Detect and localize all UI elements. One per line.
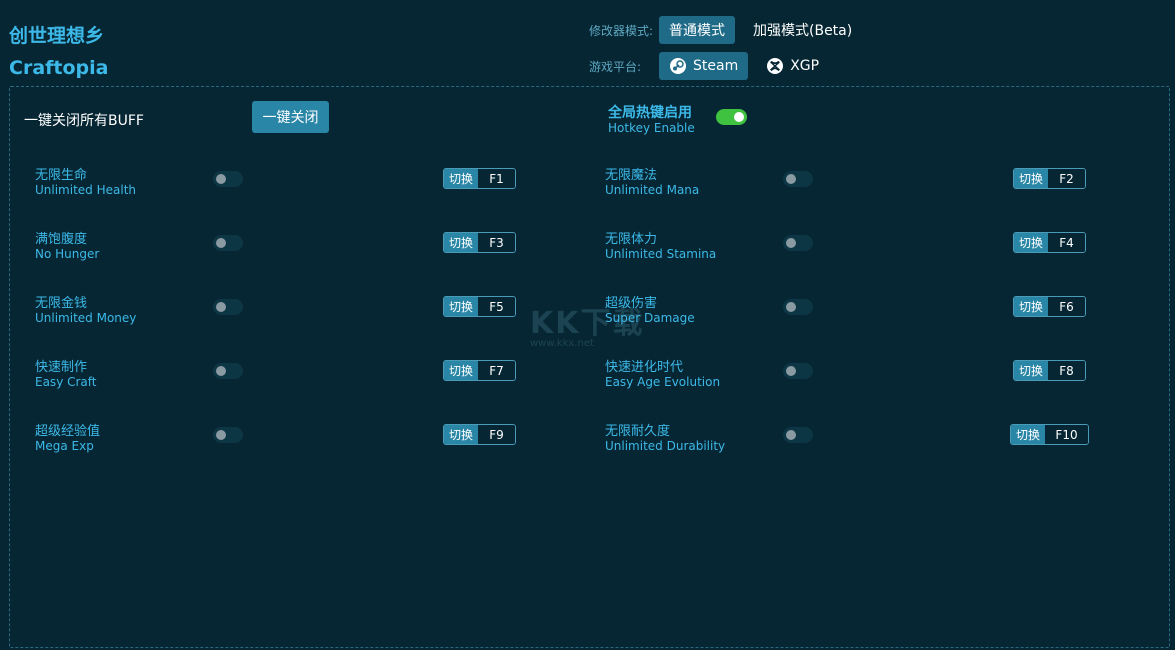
cheat-name-en: Mega Exp	[35, 439, 94, 453]
platform-label: 游戏平台:	[589, 59, 642, 74]
platform-steam-button[interactable]: Steam	[659, 52, 749, 80]
hotkey-button-f1[interactable]: 切换 F1	[443, 168, 516, 189]
hotkey-key: F10	[1045, 425, 1088, 444]
hotkey-button-f2[interactable]: 切换 F2	[1013, 168, 1086, 189]
toggle-knob	[734, 112, 744, 122]
cheat-toggle-easy-age-evolution[interactable]	[783, 363, 813, 379]
toggle-knob	[786, 302, 796, 312]
mode-label: 修改器模式:	[589, 23, 654, 38]
cheat-name-cn: 超级伤害	[605, 296, 658, 311]
cheat-name-en: Unlimited Stamina	[605, 247, 717, 261]
cheats-panel	[9, 86, 1170, 648]
hotkey-key: F3	[478, 233, 515, 252]
platform-xgp-button[interactable]: XGP	[756, 52, 829, 80]
toggle-knob	[216, 430, 226, 440]
hotkey-button-f9[interactable]: 切换 F9	[443, 424, 516, 445]
cheat-toggle-no-hunger[interactable]	[213, 235, 243, 251]
steam-icon	[669, 57, 687, 75]
cheat-name-en: Super Damage	[605, 311, 695, 325]
hotkey-button-f10[interactable]: 切换 F10	[1010, 424, 1089, 445]
toggle-knob	[786, 174, 796, 184]
cheat-name-cn: 无限魔法	[605, 168, 658, 183]
hotkey-key: F2	[1048, 169, 1085, 188]
toggle-knob	[786, 238, 796, 248]
switch-label: 切换	[1014, 297, 1049, 316]
cheat-toggle-unlimited-mana[interactable]	[783, 171, 813, 187]
hotkey-enable-label-en: Hotkey Enable	[608, 121, 695, 135]
toggle-knob	[216, 366, 226, 376]
cheat-name-cn: 超级经验值	[35, 424, 101, 439]
cheat-name-cn: 无限体力	[605, 232, 658, 247]
cheat-name-cn: 无限金钱	[35, 296, 88, 311]
hotkey-button-f5[interactable]: 切换 F5	[443, 296, 516, 317]
toggle-knob	[216, 174, 226, 184]
mode-selector: 修改器模式: 普通模式 加强模式(Beta)	[589, 16, 870, 44]
hotkey-key: F7	[478, 361, 515, 380]
toggle-knob	[216, 238, 226, 248]
cheat-toggle-unlimited-health[interactable]	[213, 171, 243, 187]
toggle-knob	[216, 302, 226, 312]
cheat-name-en: Unlimited Money	[35, 311, 137, 325]
cheat-name-cn: 无限耐久度	[605, 424, 671, 439]
close-all-button[interactable]: 一键关闭	[252, 101, 329, 133]
hotkey-button-f8[interactable]: 切换 F8	[1013, 360, 1086, 381]
hotkey-button-f4[interactable]: 切换 F4	[1013, 232, 1086, 253]
cheat-name-cn: 无限生命	[35, 168, 88, 183]
hotkey-button-f3[interactable]: 切换 F3	[443, 232, 516, 253]
hotkey-key: F1	[478, 169, 515, 188]
cheat-name-en: Unlimited Mana	[605, 183, 700, 197]
cheat-name-cn: 快速制作	[35, 360, 88, 375]
switch-label: 切换	[444, 169, 479, 188]
hotkey-key: F9	[478, 425, 515, 444]
cheat-name-en: No Hunger	[35, 247, 100, 261]
switch-label: 切换	[444, 233, 479, 252]
switch-label: 切换	[444, 297, 479, 316]
cheat-toggle-unlimited-durability[interactable]	[783, 427, 813, 443]
cheat-name-en: Easy Craft	[35, 375, 97, 389]
cheat-toggle-mega-exp[interactable]	[213, 427, 243, 443]
toggle-knob	[786, 366, 796, 376]
cheat-toggle-unlimited-money[interactable]	[213, 299, 243, 315]
hotkey-key: F6	[1048, 297, 1085, 316]
switch-label: 切换	[1014, 169, 1049, 188]
hotkey-key: F5	[478, 297, 515, 316]
cheat-toggle-easy-craft[interactable]	[213, 363, 243, 379]
app-title-chinese: 创世理想乡	[9, 25, 105, 47]
cheat-name-cn: 满饱腹度	[35, 232, 88, 247]
switch-label: 切换	[1011, 425, 1046, 444]
xbox-icon	[766, 57, 784, 75]
toggle-knob	[786, 430, 796, 440]
cheat-name-en: Easy Age Evolution	[605, 375, 721, 389]
switch-label: 切换	[1014, 233, 1049, 252]
cheat-toggle-unlimited-stamina[interactable]	[783, 235, 813, 251]
mode-enhanced-button[interactable]: 加强模式(Beta)	[743, 16, 862, 44]
hotkey-enable-label: 全局热键启用	[608, 105, 692, 121]
cheat-name-cn: 快速进化时代	[605, 360, 684, 375]
hotkey-key: F8	[1048, 361, 1085, 380]
hotkey-enable-toggle[interactable]	[716, 109, 747, 125]
cheat-toggle-super-damage[interactable]	[783, 299, 813, 315]
platform-selector: 游戏平台: Steam XGP	[589, 52, 837, 80]
cheat-name-en: Unlimited Health	[35, 183, 137, 197]
app-title-english: Craftopia	[9, 57, 109, 79]
switch-label: 切换	[444, 425, 479, 444]
mode-normal-button[interactable]: 普通模式	[659, 16, 735, 44]
switch-label: 切换	[444, 361, 479, 380]
hotkey-button-f7[interactable]: 切换 F7	[443, 360, 516, 381]
hotkey-button-f6[interactable]: 切换 F6	[1013, 296, 1086, 317]
switch-label: 切换	[1014, 361, 1049, 380]
cheat-name-en: Unlimited Durability	[605, 439, 726, 453]
close-all-label: 一键关闭所有BUFF	[24, 113, 144, 129]
hotkey-key: F4	[1048, 233, 1085, 252]
